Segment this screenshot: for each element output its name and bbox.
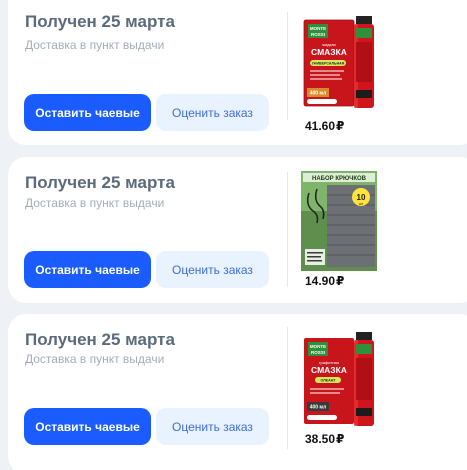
price-currency: ₽ bbox=[336, 274, 345, 288]
order-price: 41.60₽ bbox=[305, 119, 344, 133]
order-price: 14.90₽ bbox=[305, 274, 344, 288]
order-status-title: Получен 25 марта bbox=[25, 173, 175, 192]
price-currency: ₽ bbox=[336, 432, 345, 446]
order-price: 38.50₽ bbox=[305, 432, 344, 446]
order-delivery-type: Доставка в пункт выдачи bbox=[25, 196, 165, 210]
rate-order-button[interactable]: Оценить заказ bbox=[156, 94, 269, 131]
card-divider bbox=[287, 172, 288, 287]
order-status-title: Получен 25 марта bbox=[25, 330, 175, 349]
leave-tip-button[interactable]: Оставить чаевые bbox=[24, 251, 151, 288]
product-tag: ОЛЕАНТ bbox=[320, 379, 336, 383]
product-header: НАБОР КРЮЧКОВ bbox=[312, 176, 367, 182]
brand-label-bottom: ROSSI bbox=[311, 350, 325, 355]
price-value: 38.50 bbox=[305, 432, 336, 446]
volume-badge: 400 мл bbox=[310, 91, 327, 97]
price-value: 14.90 bbox=[305, 274, 336, 288]
card-divider bbox=[287, 12, 288, 120]
product-image-graphite-lubricant[interactable]: MONTE ROSSI графитная СМАЗКА ОЛЕАНТ 400 … bbox=[301, 328, 377, 428]
rate-order-button[interactable]: Оценить заказ bbox=[156, 251, 269, 288]
brand-label-top: MONTE bbox=[310, 26, 326, 31]
rate-order-button[interactable]: Оценить заказ bbox=[156, 408, 269, 445]
price-value: 41.60 bbox=[305, 119, 336, 133]
leave-tip-button[interactable]: Оставить чаевые bbox=[24, 408, 151, 445]
orders-list: Получен 25 марта Доставка в пункт выдачи… bbox=[0, 0, 467, 470]
hook-count-unit: шт bbox=[359, 202, 364, 206]
order-card: Получен 25 марта Доставка в пункт выдачи… bbox=[8, 0, 467, 145]
order-delivery-type: Доставка в пункт выдачи bbox=[25, 352, 165, 366]
product-image-hook-set[interactable]: НАБОР КРЮЧКОВ 10 шт bbox=[301, 171, 377, 271]
order-card: Получен 25 марта Доставка в пункт выдачи… bbox=[8, 157, 467, 303]
order-status-title: Получен 25 марта bbox=[25, 12, 175, 31]
volume-badge: 400 мл bbox=[310, 405, 327, 411]
brand-label-top: MONTE bbox=[310, 344, 326, 349]
price-currency: ₽ bbox=[336, 119, 345, 133]
brand-label-bottom: ROSSI bbox=[311, 32, 325, 37]
hook-count: 10 bbox=[357, 193, 366, 202]
product-image-liquid-lubricant[interactable]: MONTE ROSSI жидкая СМАЗКА УНИВЕРСАЛЬНАЯ … bbox=[301, 10, 377, 110]
order-card: Получен 25 марта Доставка в пункт выдачи… bbox=[8, 314, 467, 470]
product-tag: УНИВЕРСАЛЬНАЯ bbox=[312, 62, 345, 66]
product-name-bottom: СМАЗКА bbox=[311, 365, 347, 375]
order-delivery-type: Доставка в пункт выдачи bbox=[25, 38, 165, 52]
card-divider bbox=[287, 327, 288, 449]
product-name-bottom: СМАЗКА bbox=[311, 47, 347, 57]
leave-tip-button[interactable]: Оставить чаевые bbox=[24, 94, 151, 131]
